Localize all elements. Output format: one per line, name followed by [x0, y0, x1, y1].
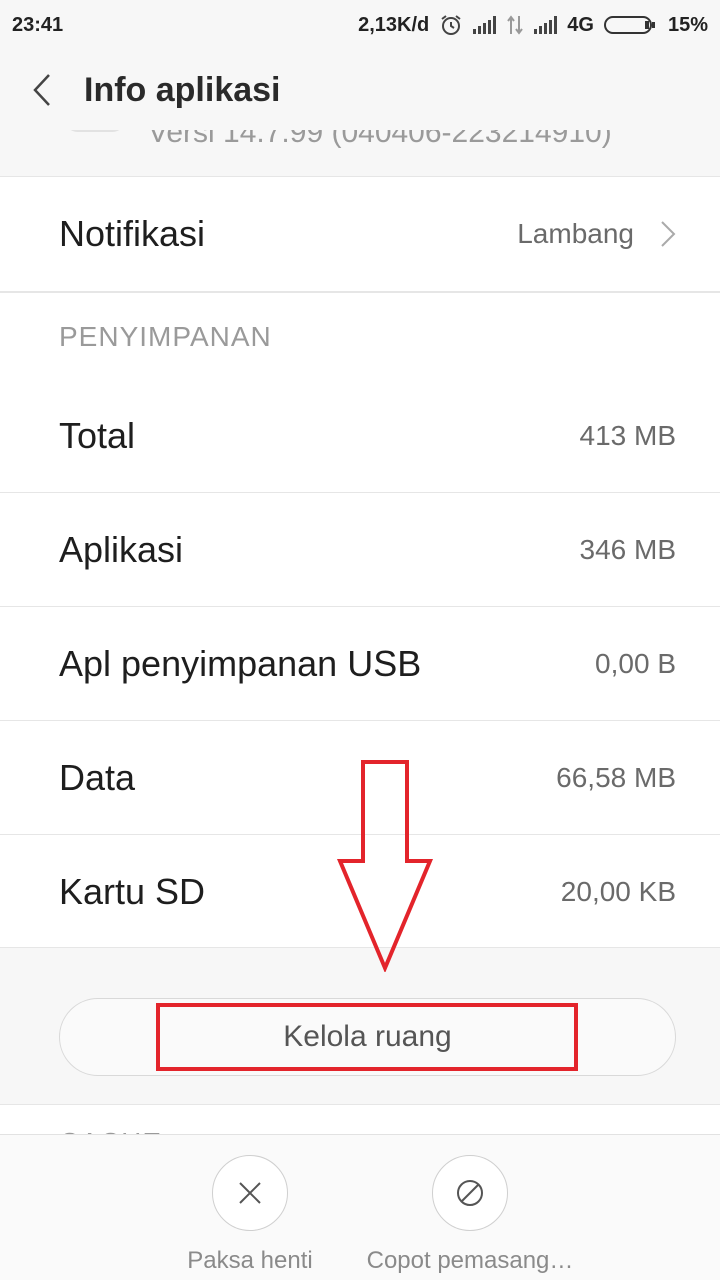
notification-card: Notifikasi Lambang	[0, 176, 720, 292]
page-title: Info aplikasi	[84, 70, 281, 109]
block-icon	[457, 1180, 483, 1206]
force-stop-action[interactable]: Paksa henti	[150, 1155, 350, 1275]
close-icon	[239, 1182, 261, 1204]
battery-icon	[603, 16, 655, 34]
storage-section-title: PENYIMPANAN	[59, 321, 272, 352]
status-speed: 2,13K/d	[358, 13, 430, 36]
status-time: 23:41	[12, 13, 64, 36]
data-transfer-icon	[507, 15, 524, 35]
storage-row-value: 20,00 KB	[560, 876, 676, 907]
uninstall-label: Copot pemasang…	[366, 1247, 574, 1274]
storage-row-value: 413 MB	[579, 420, 677, 451]
storage-row-label: Total	[59, 415, 136, 456]
storage-row-label: Kartu SD	[59, 871, 206, 912]
storage-row-total: Total 413 MB	[0, 379, 720, 493]
storage-row-label: Data	[59, 757, 136, 798]
storage-row-app: Aplikasi 346 MB	[0, 493, 720, 607]
cache-section: CACHE	[0, 1104, 720, 1136]
force-stop-button[interactable]	[212, 1155, 288, 1231]
uninstall-button[interactable]	[432, 1155, 508, 1231]
storage-row-label: Apl penyimpanan USB	[59, 643, 422, 684]
back-arrow-icon	[33, 74, 50, 106]
storage-row-value: 346 MB	[579, 534, 677, 565]
storage-row-label: Aplikasi	[59, 529, 184, 570]
notification-row[interactable]: Notifikasi Lambang	[0, 177, 720, 291]
bottom-action-bar: Paksa henti Copot pemasang…	[0, 1134, 720, 1280]
notification-label: Notifikasi	[59, 213, 206, 254]
storage-row-value: 66,58 MB	[556, 762, 676, 793]
app-icon	[64, 130, 126, 132]
force-stop-label: Paksa henti	[187, 1247, 313, 1274]
annotation-highlight-box	[156, 1003, 578, 1071]
annotation-arrow	[336, 760, 434, 972]
uninstall-action[interactable]: Copot pemasang…	[367, 1155, 573, 1275]
status-bar: 23:41 2,13K/d 4G 15%	[0, 0, 720, 50]
back-button[interactable]	[0, 50, 84, 130]
network-type: 4G	[567, 13, 594, 36]
battery-level: 15%	[667, 13, 708, 36]
notification-value: Lambang	[517, 218, 634, 249]
storage-row-value: 0,00 B	[595, 648, 676, 679]
version-strip: Versi 14.7.99 (040406-223214910)	[0, 130, 720, 176]
signal-icon	[473, 16, 497, 34]
signal-icon-2	[534, 16, 558, 34]
app-bar: Info aplikasi	[0, 50, 720, 130]
version-text: Versi 14.7.99 (040406-223214910)	[148, 130, 612, 149]
alarm-icon	[441, 15, 461, 35]
storage-row-usb: Apl penyimpanan USB 0,00 B	[0, 607, 720, 721]
chevron-right-icon	[661, 221, 676, 247]
